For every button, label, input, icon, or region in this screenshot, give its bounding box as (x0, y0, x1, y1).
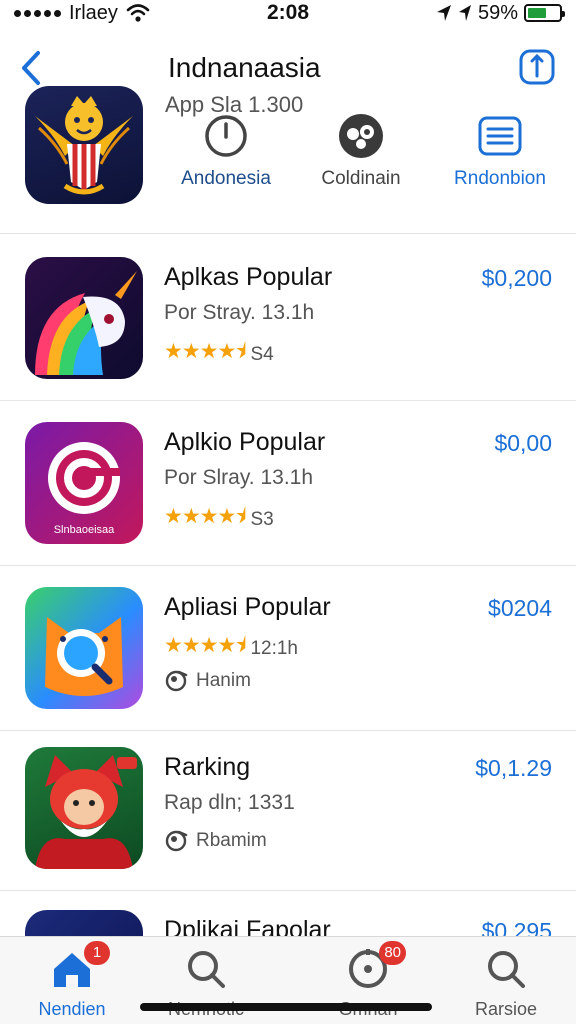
stars-glyphs: ★★★★⯨ (164, 505, 246, 528)
status-bar: Irlaey 2:08 59% (0, 0, 576, 26)
eagle-emblem-icon (35, 96, 133, 195)
status-left: Irlaey (14, 2, 150, 25)
share-button[interactable] (518, 48, 556, 86)
tab-rarsioe[interactable]: Rarsioe (446, 947, 566, 1020)
status-right: 59% (436, 1, 565, 25)
list-item[interactable]: Rarking $0,1.29 Rap dln; 1331 Rbamim (0, 727, 576, 891)
app-subtitle: Por Stray. 13.1h (164, 301, 315, 324)
app-name: Rarking (164, 753, 251, 781)
featured-app-icon[interactable] (25, 86, 143, 204)
santa-icon (25, 747, 143, 869)
price-button[interactable]: $0,200 (482, 265, 552, 292)
developer-icon (165, 670, 188, 692)
developer: Hanim (164, 669, 251, 699)
rating-count: S4 (250, 343, 274, 365)
app-name: Aplkio Popular (164, 428, 326, 456)
tab-label: Rarsioe (474, 999, 538, 1019)
ring-icon: Slnbaoeisaa (25, 422, 143, 544)
rating-count: S3 (250, 508, 274, 530)
rating: ★★★★⯨ S3 (164, 502, 274, 537)
list-item[interactable]: Slnbaoeisaa Aplkio Popular $0,00 Por Slr… (0, 402, 576, 566)
battery-percent: 59% (477, 1, 518, 24)
cell-signal-icon (14, 9, 61, 17)
developer-icon (165, 830, 188, 852)
category-coldinain[interactable]: Coldinain (296, 112, 426, 190)
back-button[interactable] (14, 48, 48, 88)
notification-badge: 1 (84, 941, 110, 965)
price-button[interactable]: $0204 (488, 595, 552, 622)
rating: ★★★★⯨ 12:1h (164, 631, 298, 666)
app-name: Aplkas Popular (164, 263, 333, 291)
unicorn-icon (25, 257, 143, 379)
home-indicator[interactable] (140, 1003, 432, 1011)
search-icon (184, 947, 228, 991)
list-item[interactable]: Aplkas Popular $0,200 Por Stray. 13.1h ★… (0, 237, 576, 401)
app-subtitle: Por Slray. 13.1h (164, 466, 314, 489)
app-icon-caption: Slnbaoeisaa (53, 524, 115, 536)
battery-fill (528, 8, 546, 18)
app-subtitle: Rap dln; 1331 (164, 791, 295, 814)
price-button[interactable]: $0,00 (494, 430, 552, 457)
list-icon (476, 112, 524, 160)
tab-label: Nendien (38, 999, 106, 1019)
price-button[interactable]: $0,1.29 (475, 755, 552, 782)
star-rating: ★★★★⯨ S4 (164, 337, 274, 372)
rating-count: 12:1h (250, 637, 298, 659)
notification-badge: 80 (379, 941, 406, 965)
stars-glyphs: ★★★★⯨ (164, 340, 246, 363)
stars-glyphs: ★★★★⯨ (164, 634, 246, 657)
list-item[interactable]: Apliasi Popular $0204 ★★★★⯨ 12:1h Hanim (0, 567, 576, 731)
developer-name: Hanim (196, 670, 251, 691)
search-icon (484, 947, 528, 991)
developer-name: Rbamim (196, 830, 267, 851)
location-arrow-icon (458, 5, 471, 21)
rating: ★★★★⯨ S4 (164, 337, 274, 372)
fox-icon (25, 587, 143, 709)
chevron-left-icon (22, 51, 40, 85)
category-label: Andonesia (181, 168, 271, 189)
clock-icon (202, 112, 250, 160)
developer-row: Hanim (164, 669, 251, 693)
tab-nendien[interactable]: 1 Nendien (12, 941, 132, 1020)
emblem-icon (337, 112, 385, 160)
location-arrow-icon (436, 5, 451, 21)
compass-icon: 80 (346, 941, 406, 991)
tab-bar: 1 Nendien Nemnotic 80 Gmnan Rarsioe (0, 936, 576, 1024)
star-rating: ★★★★⯨ 12:1h (164, 631, 298, 666)
category-andonesia[interactable]: Andonesia (161, 112, 291, 190)
category-label: Coldinain (321, 168, 401, 189)
category-rndonbion[interactable]: Rndonbion (435, 112, 565, 190)
wifi-icon (126, 4, 150, 22)
category-label: Rndonbion (454, 168, 546, 189)
home-icon: 1 (50, 941, 110, 991)
share-icon (519, 49, 555, 85)
page-title: Indnanaasia (168, 52, 321, 83)
app-name: Apliasi Popular (164, 593, 331, 621)
developer-row: Rbamim (164, 829, 267, 853)
star-rating: ★★★★⯨ S3 (164, 502, 274, 537)
battery-icon (524, 4, 565, 22)
developer: Rbamim (164, 829, 267, 859)
featured-section: App Sla 1.300 Andonesia Coldinain Rndonb… (0, 84, 576, 234)
carrier-name: Irlaey (69, 1, 118, 24)
